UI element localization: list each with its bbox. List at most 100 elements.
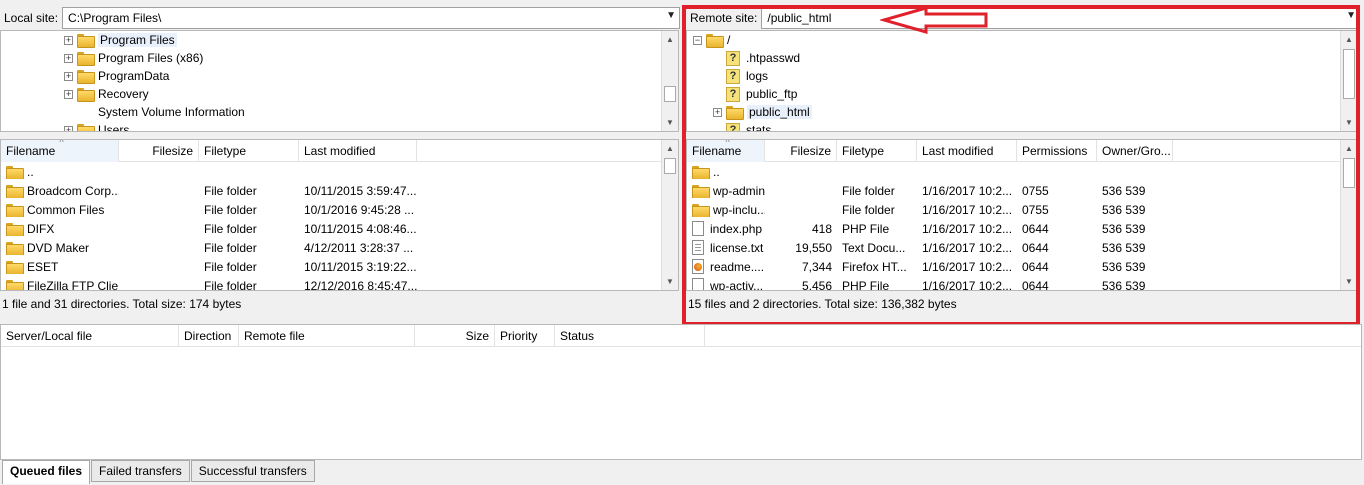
local-path-value[interactable]: C:\Program Files\ xyxy=(68,11,161,25)
table-row[interactable]: ESET File folder 10/11/2015 3:19:22... xyxy=(1,257,678,276)
table-row[interactable]: readme.... 7,344 Firefox HT... 1/16/2017 10… xyxy=(687,257,1357,276)
tree-item-label: public_html xyxy=(747,105,812,119)
expand-icon[interactable]: + xyxy=(713,107,722,117)
column-header-remote-file[interactable]: Remote file xyxy=(239,325,415,347)
tree-item[interactable]: − / xyxy=(687,31,1357,49)
scroll-up-icon[interactable]: ▲ xyxy=(662,31,678,48)
table-row[interactable]: wp-inclu... File folder 1/16/2017 10:2... 0… xyxy=(687,200,1357,219)
column-header-server-local-file[interactable]: Server/Local file xyxy=(1,325,179,347)
local-status-bar: 1 file and 31 directories. Total size: 1… xyxy=(0,293,679,315)
cell-filetype: Text Docu... xyxy=(842,240,906,255)
scroll-up-icon[interactable]: ▲ xyxy=(1341,31,1357,48)
remote-directory-tree[interactable]: − /? .htpasswd? logs? public_ftp + public_html… xyxy=(686,30,1358,132)
scroll-thumb[interactable] xyxy=(664,158,676,174)
column-header-permissions[interactable]: Permissions xyxy=(1017,140,1097,162)
local-directory-tree[interactable]: + Program Files + Program Files (x86) + Progr… xyxy=(0,30,679,132)
table-row[interactable]: .. xyxy=(687,162,1357,181)
tree-item[interactable]: ? logs xyxy=(687,67,1357,85)
table-row[interactable]: DVD Maker File folder 4/12/2011 3:28:37 ..… xyxy=(1,238,678,257)
scroll-thumb[interactable] xyxy=(664,86,676,102)
collapse-icon[interactable]: − xyxy=(693,35,702,45)
cell-filename: wp-inclu... xyxy=(687,203,765,217)
scroll-up-icon[interactable]: ▲ xyxy=(662,140,678,157)
expand-icon[interactable]: + xyxy=(64,53,73,63)
remote-file-list[interactable]: FilenameFilesizeFiletypeLast modifiedPer… xyxy=(686,139,1358,291)
cell-last-modified: 10/11/2015 3:59:47... xyxy=(304,183,417,198)
tree-item[interactable]: ? public_ftp xyxy=(687,85,1357,103)
scroll-up-icon[interactable]: ▲ xyxy=(1341,140,1357,157)
remote-tree-scrollbar[interactable]: ▲ ▼ xyxy=(1340,31,1357,131)
tree-item[interactable]: + public_html xyxy=(687,103,1357,121)
remote-site-label: Remote site: xyxy=(690,11,758,25)
column-header-size[interactable]: Size xyxy=(415,325,495,347)
column-header-status[interactable]: Status xyxy=(555,325,705,347)
chevron-down-icon[interactable]: ▼ xyxy=(666,10,676,21)
tab-successful-transfers[interactable]: Successful transfers xyxy=(190,460,315,482)
tree-item[interactable]: ? stats xyxy=(687,121,1357,132)
column-header-last-modified[interactable]: Last modified xyxy=(299,140,417,162)
cell-last-modified: 1/16/2017 10:2... xyxy=(922,183,1013,198)
local-site-label: Local site: xyxy=(4,11,59,25)
expand-icon[interactable]: + xyxy=(64,89,73,99)
column-header-filename[interactable]: Filename xyxy=(687,140,765,162)
expand-icon[interactable]: + xyxy=(64,125,73,131)
tree-item[interactable]: ? .htpasswd xyxy=(687,49,1357,67)
table-row[interactable]: license.txt 19,550 Text Docu... 1/16/2017 1… xyxy=(687,238,1357,257)
cell-owner-group: 536 539 xyxy=(1102,240,1146,255)
column-header-filesize[interactable]: Filesize xyxy=(765,140,837,162)
tab-failed-transfers[interactable]: Failed transfers xyxy=(91,460,190,482)
tree-item-label: .htpasswd xyxy=(746,51,801,65)
folder-icon xyxy=(6,260,24,274)
column-header-filetype[interactable]: Filetype xyxy=(837,140,917,162)
scroll-thumb[interactable] xyxy=(1343,158,1355,188)
column-header-priority[interactable]: Priority xyxy=(495,325,555,347)
cell-filename: wp-admin xyxy=(687,184,765,198)
tree-item[interactable]: + ProgramData xyxy=(1,67,678,85)
chevron-down-icon[interactable]: ▼ xyxy=(1346,10,1356,21)
tree-item[interactable]: + Program Files (x86) xyxy=(1,49,678,67)
table-row[interactable]: index.php 418 PHP File 1/16/2017 10:2... 064… xyxy=(687,219,1357,238)
scroll-down-icon[interactable]: ▼ xyxy=(1341,114,1357,131)
scroll-down-icon[interactable]: ▼ xyxy=(662,114,678,131)
tab-queued-files[interactable]: Queued files xyxy=(2,460,91,484)
tree-item[interactable]: + Recovery xyxy=(1,85,678,103)
table-row[interactable]: DIFX File folder 10/11/2015 4:08:46... xyxy=(1,219,678,238)
table-row[interactable]: wp-admin File folder 1/16/2017 10:2... 0755… xyxy=(687,181,1357,200)
tree-item-label: stats xyxy=(746,123,772,132)
cell-filename: license.txt xyxy=(687,240,765,255)
expand-icon[interactable]: + xyxy=(64,71,73,81)
tree-item[interactable]: + Users xyxy=(1,121,678,131)
remote-path-combo[interactable]: /public_html ▼ xyxy=(761,7,1360,29)
scroll-down-icon[interactable]: ▼ xyxy=(662,273,678,290)
folder-icon xyxy=(77,34,95,48)
remote-list-scrollbar[interactable]: ▲ ▼ xyxy=(1340,140,1357,290)
table-row[interactable]: .. xyxy=(1,162,678,181)
local-file-list-header: FilenameFilesizeFiletypeLast modified xyxy=(1,140,678,162)
table-row[interactable]: wp-activ... 5,456 PHP File 1/16/2017 10:2..… xyxy=(687,276,1357,290)
table-row[interactable]: Common Files File folder 10/1/2016 9:45:28… xyxy=(1,200,678,219)
column-header-filesize[interactable]: Filesize xyxy=(119,140,199,162)
local-path-combo[interactable]: C:\Program Files\ ▼ xyxy=(62,7,680,29)
scroll-thumb[interactable] xyxy=(1343,49,1355,99)
text-file-icon xyxy=(692,240,704,255)
expand-icon[interactable]: + xyxy=(64,35,73,45)
cell-filetype: File folder xyxy=(204,183,257,198)
column-header-direction[interactable]: Direction xyxy=(179,325,239,347)
column-header-filename[interactable]: Filename xyxy=(1,140,119,162)
filename-text: FileZilla FTP Clie... xyxy=(27,278,119,291)
local-file-list[interactable]: FilenameFilesizeFiletypeLast modified ..… xyxy=(0,139,679,291)
cell-filename: readme.... xyxy=(687,259,765,274)
transfer-queue[interactable]: Server/Local file Direction Remote file Siz… xyxy=(0,324,1362,460)
column-header-filetype[interactable]: Filetype xyxy=(199,140,299,162)
tree-item[interactable]: System Volume Information xyxy=(1,103,678,121)
table-row[interactable]: Broadcom Corp... File folder 10/11/2015 3:… xyxy=(1,181,678,200)
table-row[interactable]: FileZilla FTP Clie... File folder 12/12/20… xyxy=(1,276,678,291)
tree-item[interactable]: + Program Files xyxy=(1,31,678,49)
scroll-down-icon[interactable]: ▼ xyxy=(1341,273,1357,290)
remote-path-value[interactable]: /public_html xyxy=(767,11,831,25)
column-header-last-modified[interactable]: Last modified xyxy=(917,140,1017,162)
local-list-scrollbar[interactable]: ▲ ▼ xyxy=(661,140,678,290)
column-header-owner-gro-[interactable]: Owner/Gro... xyxy=(1097,140,1173,162)
local-tree-scrollbar[interactable]: ▲ ▼ xyxy=(661,31,678,131)
folder-icon xyxy=(706,34,724,48)
